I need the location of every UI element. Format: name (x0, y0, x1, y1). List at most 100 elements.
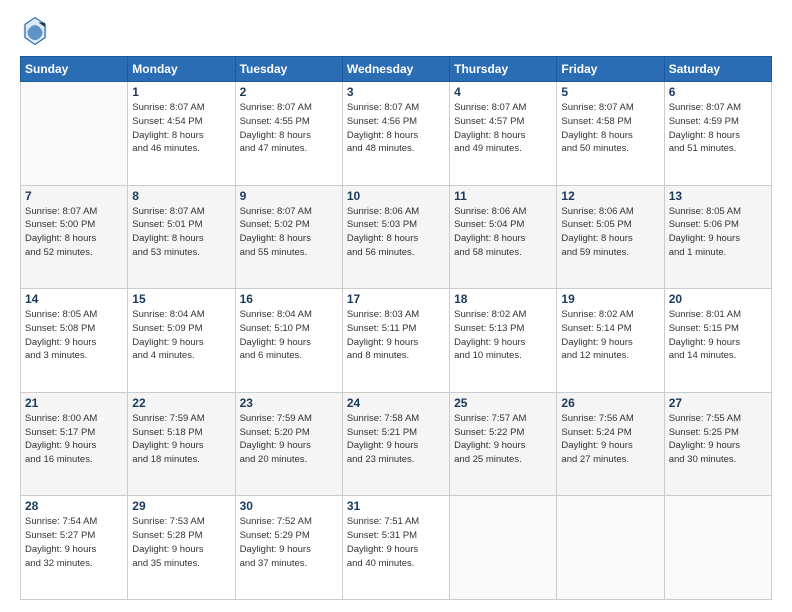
day-number: 24 (347, 396, 445, 410)
day-info: Sunrise: 8:07 AMSunset: 4:55 PMDaylight:… (240, 101, 338, 156)
page: SundayMondayTuesdayWednesdayThursdayFrid… (0, 0, 792, 612)
day-number: 2 (240, 85, 338, 99)
weekday-header-tuesday: Tuesday (235, 57, 342, 82)
day-info: Sunrise: 7:51 AMSunset: 5:31 PMDaylight:… (347, 515, 445, 570)
calendar-cell (450, 496, 557, 600)
calendar-cell: 30Sunrise: 7:52 AMSunset: 5:29 PMDayligh… (235, 496, 342, 600)
calendar-cell (21, 82, 128, 186)
weekday-header-monday: Monday (128, 57, 235, 82)
calendar-cell: 13Sunrise: 8:05 AMSunset: 5:06 PMDayligh… (664, 185, 771, 289)
day-info: Sunrise: 8:01 AMSunset: 5:15 PMDaylight:… (669, 308, 767, 363)
day-info: Sunrise: 8:06 AMSunset: 5:03 PMDaylight:… (347, 205, 445, 260)
logo (20, 16, 54, 46)
logo-icon (20, 16, 50, 46)
day-number: 6 (669, 85, 767, 99)
day-number: 18 (454, 292, 552, 306)
day-number: 25 (454, 396, 552, 410)
calendar-cell: 9 Sunrise: 8:07 AMSunset: 5:02 PMDaylight… (235, 185, 342, 289)
day-info: Sunrise: 7:54 AMSunset: 5:27 PMDaylight:… (25, 515, 123, 570)
weekday-header-row: SundayMondayTuesdayWednesdayThursdayFrid… (21, 57, 772, 82)
day-info: Sunrise: 8:03 AMSunset: 5:11 PMDaylight:… (347, 308, 445, 363)
day-info: Sunrise: 8:02 AMSunset: 5:13 PMDaylight:… (454, 308, 552, 363)
calendar-cell: 27Sunrise: 7:55 AMSunset: 5:25 PMDayligh… (664, 392, 771, 496)
day-number: 1 (132, 85, 230, 99)
weekday-header-sunday: Sunday (21, 57, 128, 82)
day-number: 17 (347, 292, 445, 306)
calendar-cell: 25Sunrise: 7:57 AMSunset: 5:22 PMDayligh… (450, 392, 557, 496)
day-number: 9 (240, 189, 338, 203)
calendar-cell: 21 Sunrise: 8:00 AMSunset: 5:17 PMDayligh… (21, 392, 128, 496)
day-info: Sunrise: 7:59 AMSunset: 5:18 PMDaylight:… (132, 412, 230, 467)
day-number: 30 (240, 499, 338, 513)
day-info: Sunrise: 8:05 AMSunset: 5:08 PMDaylight:… (25, 308, 123, 363)
day-info: Sunrise: 8:02 AMSunset: 5:14 PMDaylight:… (561, 308, 659, 363)
day-info: Sunrise: 8:07 AMSunset: 4:57 PMDaylight:… (454, 101, 552, 156)
day-number: 11 (454, 189, 552, 203)
day-info: Sunrise: 8:07 AMSunset: 4:54 PMDaylight:… (132, 101, 230, 156)
calendar-cell: 1 Sunrise: 8:07 AMSunset: 4:54 PMDaylight… (128, 82, 235, 186)
calendar-week-3: 14 Sunrise: 8:05 AMSunset: 5:08 PMDayligh… (21, 289, 772, 393)
day-number: 21 (25, 396, 123, 410)
calendar-cell: 5 Sunrise: 8:07 AMSunset: 4:58 PMDaylight… (557, 82, 664, 186)
day-number: 23 (240, 396, 338, 410)
calendar-cell: 24 Sunrise: 7:58 AMSunset: 5:21 PMDayligh… (342, 392, 449, 496)
calendar-week-4: 21 Sunrise: 8:00 AMSunset: 5:17 PMDayligh… (21, 392, 772, 496)
calendar-cell: 23 Sunrise: 7:59 AMSunset: 5:20 PMDayligh… (235, 392, 342, 496)
day-info: Sunrise: 7:53 AMSunset: 5:28 PMDaylight:… (132, 515, 230, 570)
calendar-week-5: 28 Sunrise: 7:54 AMSunset: 5:27 PMDayligh… (21, 496, 772, 600)
day-info: Sunrise: 8:06 AMSunset: 5:04 PMDaylight:… (454, 205, 552, 260)
calendar-week-2: 7 Sunrise: 8:07 AMSunset: 5:00 PMDaylight… (21, 185, 772, 289)
day-number: 13 (669, 189, 767, 203)
calendar-cell: 17 Sunrise: 8:03 AMSunset: 5:11 PMDayligh… (342, 289, 449, 393)
day-number: 8 (132, 189, 230, 203)
day-info: Sunrise: 7:59 AMSunset: 5:20 PMDaylight:… (240, 412, 338, 467)
day-info: Sunrise: 8:07 AMSunset: 5:02 PMDaylight:… (240, 205, 338, 260)
calendar-cell: 31 Sunrise: 7:51 AMSunset: 5:31 PMDayligh… (342, 496, 449, 600)
day-info: Sunrise: 8:07 AMSunset: 5:01 PMDaylight:… (132, 205, 230, 260)
calendar-cell: 12 Sunrise: 8:06 AMSunset: 5:05 PMDayligh… (557, 185, 664, 289)
day-number: 16 (240, 292, 338, 306)
day-info: Sunrise: 8:00 AMSunset: 5:17 PMDaylight:… (25, 412, 123, 467)
calendar-cell: 22 Sunrise: 7:59 AMSunset: 5:18 PMDayligh… (128, 392, 235, 496)
day-info: Sunrise: 8:04 AMSunset: 5:09 PMDaylight:… (132, 308, 230, 363)
calendar-cell: 6 Sunrise: 8:07 AMSunset: 4:59 PMDaylight… (664, 82, 771, 186)
calendar-cell: 7 Sunrise: 8:07 AMSunset: 5:00 PMDaylight… (21, 185, 128, 289)
day-info: Sunrise: 8:06 AMSunset: 5:05 PMDaylight:… (561, 205, 659, 260)
day-number: 5 (561, 85, 659, 99)
day-number: 7 (25, 189, 123, 203)
day-number: 10 (347, 189, 445, 203)
day-number: 12 (561, 189, 659, 203)
day-info: Sunrise: 8:07 AMSunset: 5:00 PMDaylight:… (25, 205, 123, 260)
day-number: 15 (132, 292, 230, 306)
day-number: 29 (132, 499, 230, 513)
calendar-cell: 4 Sunrise: 8:07 AMSunset: 4:57 PMDaylight… (450, 82, 557, 186)
day-info: Sunrise: 7:55 AMSunset: 5:25 PMDaylight:… (669, 412, 767, 467)
calendar-cell: 3 Sunrise: 8:07 AMSunset: 4:56 PMDaylight… (342, 82, 449, 186)
weekday-header-thursday: Thursday (450, 57, 557, 82)
day-number: 26 (561, 396, 659, 410)
day-info: Sunrise: 8:07 AMSunset: 4:58 PMDaylight:… (561, 101, 659, 156)
calendar-week-1: 1 Sunrise: 8:07 AMSunset: 4:54 PMDaylight… (21, 82, 772, 186)
calendar-cell: 11 Sunrise: 8:06 AMSunset: 5:04 PMDayligh… (450, 185, 557, 289)
day-number: 31 (347, 499, 445, 513)
calendar-table: SundayMondayTuesdayWednesdayThursdayFrid… (20, 56, 772, 600)
calendar-cell: 26 Sunrise: 7:56 AMSunset: 5:24 PMDayligh… (557, 392, 664, 496)
calendar-cell: 8 Sunrise: 8:07 AMSunset: 5:01 PMDaylight… (128, 185, 235, 289)
calendar-cell: 29 Sunrise: 7:53 AMSunset: 5:28 PMDayligh… (128, 496, 235, 600)
day-info: Sunrise: 7:58 AMSunset: 5:21 PMDaylight:… (347, 412, 445, 467)
day-number: 4 (454, 85, 552, 99)
day-info: Sunrise: 8:07 AMSunset: 4:59 PMDaylight:… (669, 101, 767, 156)
day-number: 22 (132, 396, 230, 410)
day-number: 19 (561, 292, 659, 306)
calendar-cell: 16 Sunrise: 8:04 AMSunset: 5:10 PMDayligh… (235, 289, 342, 393)
day-number: 28 (25, 499, 123, 513)
calendar-cell (557, 496, 664, 600)
weekday-header-saturday: Saturday (664, 57, 771, 82)
day-info: Sunrise: 7:56 AMSunset: 5:24 PMDaylight:… (561, 412, 659, 467)
day-number: 14 (25, 292, 123, 306)
day-info: Sunrise: 8:07 AMSunset: 4:56 PMDaylight:… (347, 101, 445, 156)
calendar-cell: 14 Sunrise: 8:05 AMSunset: 5:08 PMDayligh… (21, 289, 128, 393)
calendar-cell: 2 Sunrise: 8:07 AMSunset: 4:55 PMDaylight… (235, 82, 342, 186)
day-info: Sunrise: 8:04 AMSunset: 5:10 PMDaylight:… (240, 308, 338, 363)
day-number: 3 (347, 85, 445, 99)
